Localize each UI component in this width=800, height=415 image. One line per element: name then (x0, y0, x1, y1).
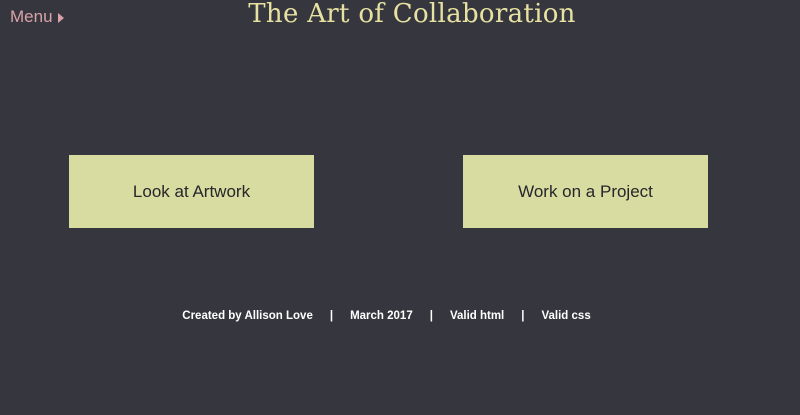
valid-html-link[interactable]: Valid html (450, 309, 504, 323)
footer-separator: | (429, 310, 433, 322)
footer-separator: | (329, 310, 334, 322)
valid-css-link[interactable]: Valid css (541, 309, 590, 323)
footer-credit: Created by Allison Love (182, 310, 313, 322)
look-at-artwork-button[interactable]: Look at Artwork (69, 155, 314, 228)
page-title: The Art of Collaboration (248, 0, 576, 29)
work-on-project-button[interactable]: Work on a Project (463, 155, 708, 228)
footer: Created by Allison Love | March 2017 | V… (0, 309, 773, 323)
footer-separator: | (521, 310, 525, 322)
footer-date: March 2017 (350, 310, 413, 322)
